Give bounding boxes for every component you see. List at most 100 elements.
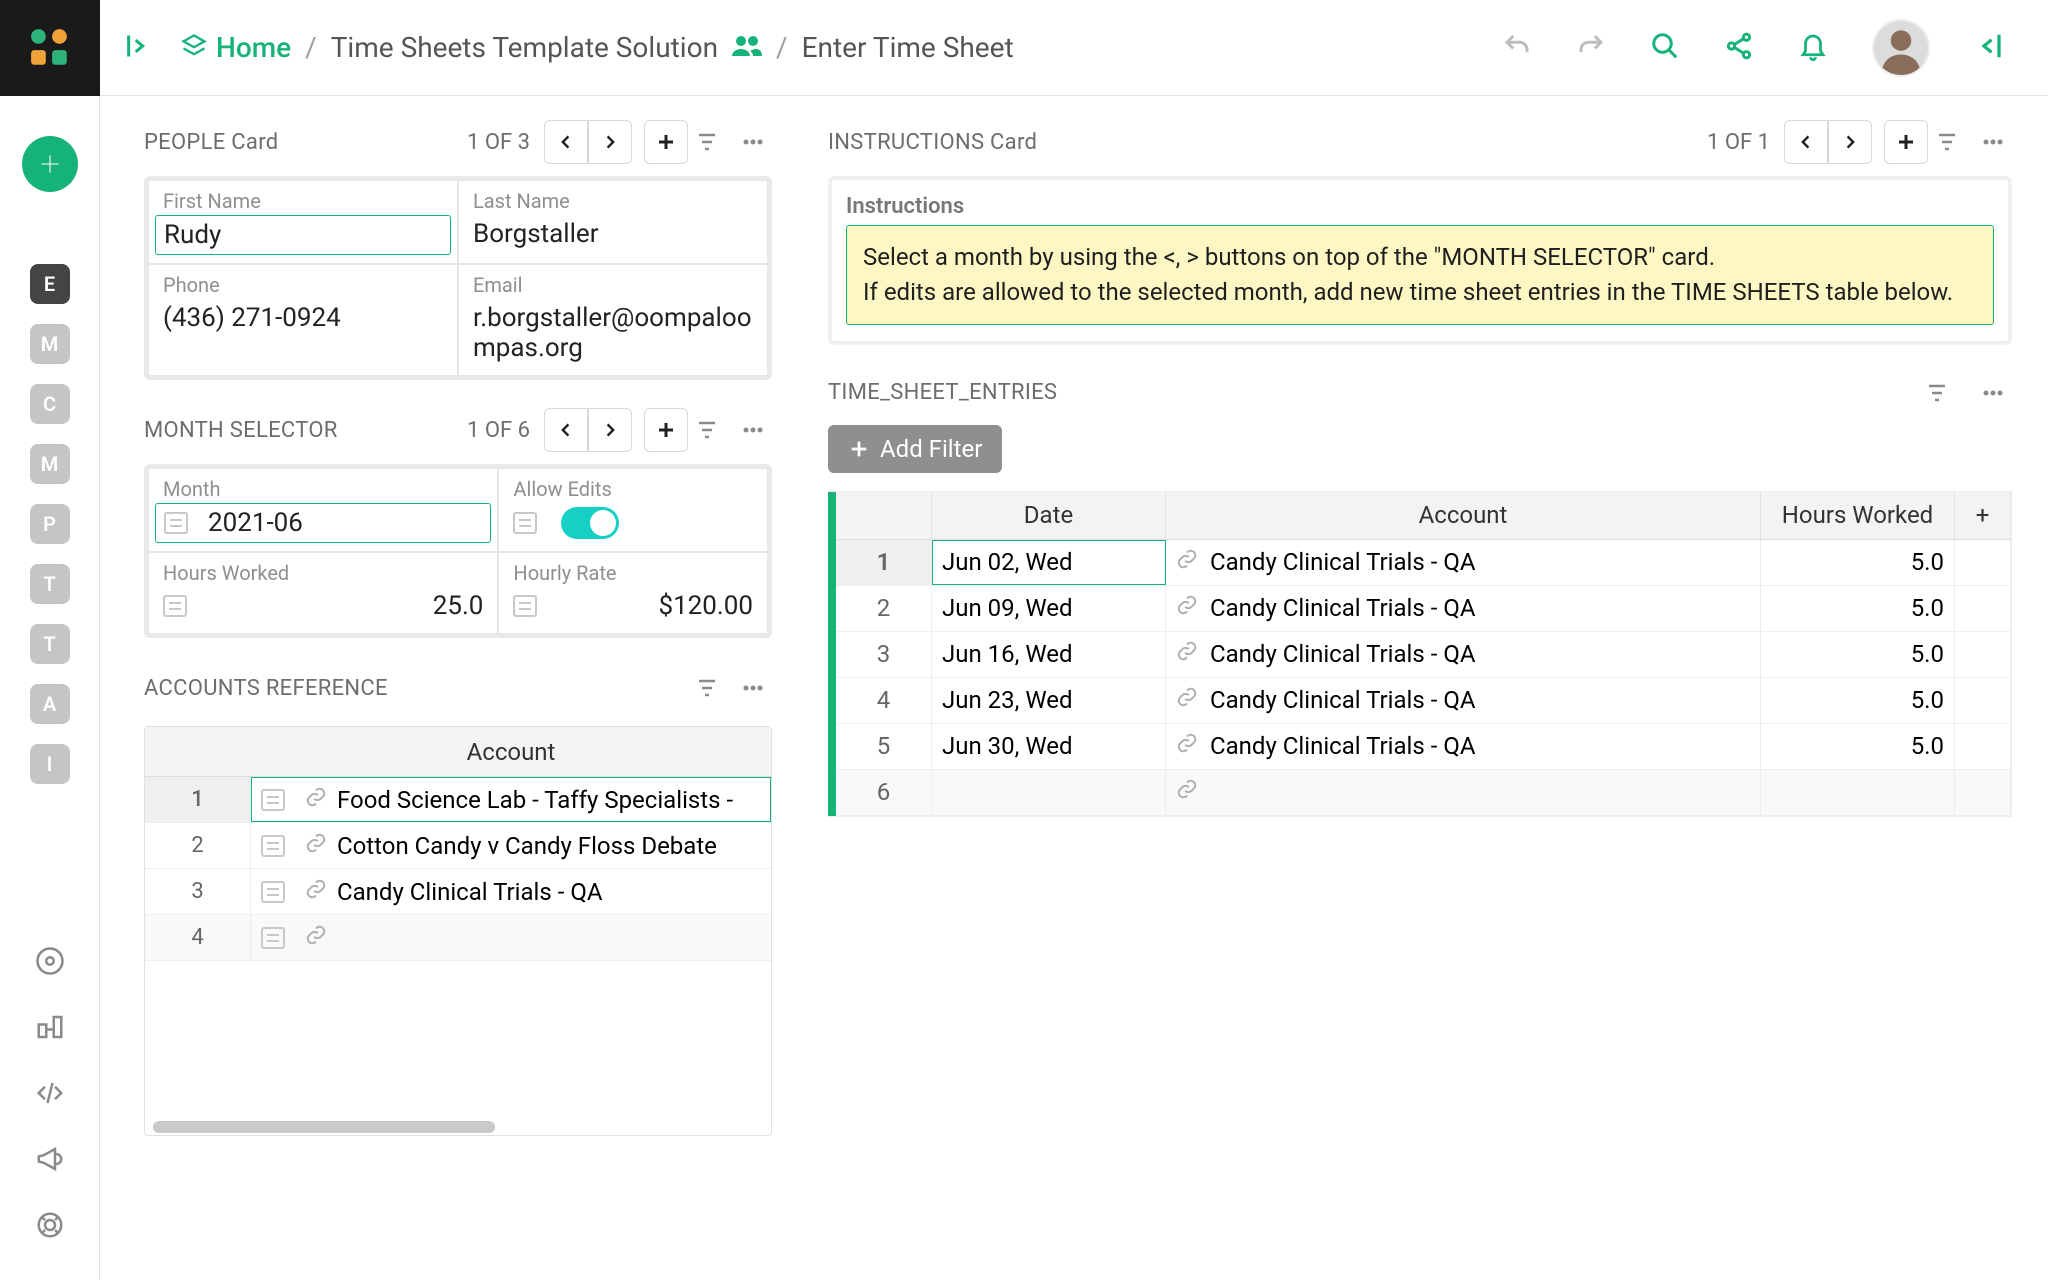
pages-icon[interactable]: [180, 32, 208, 64]
link-icon: [305, 878, 327, 906]
instructions-filter-icon[interactable]: [1928, 120, 1966, 164]
rail-page-c-2[interactable]: C: [30, 384, 70, 424]
last-name-field[interactable]: Last Name Borgstaller: [458, 180, 768, 264]
breadcrumb: Home / Time Sheets Template Solution / E…: [208, 31, 1014, 64]
add-new-button[interactable]: [22, 136, 78, 192]
tse-row-new[interactable]: 6: [836, 770, 2011, 816]
breadcrumb-solution[interactable]: Time Sheets Template Solution: [331, 31, 718, 64]
email-field[interactable]: Email r.borgstaller@oompaloompas.org: [458, 264, 768, 376]
raw-data-icon[interactable]: [35, 946, 65, 980]
search-icon[interactable]: [1650, 31, 1680, 65]
tse-row[interactable]: 1Jun 02, WedCandy Clinical Trials - QA5.…: [836, 540, 2011, 586]
row-reference-icon: [513, 595, 537, 617]
month-filter-icon[interactable]: [688, 408, 726, 452]
accounts-reference-table: Account 1Food Science Lab - Taffy Specia…: [144, 726, 772, 1136]
month-selector-counter: 1 OF 6: [467, 418, 530, 443]
avatar[interactable]: [1872, 19, 1930, 77]
hours-worked-field[interactable]: Hours Worked 25.0: [148, 552, 498, 634]
people-add-button[interactable]: [644, 120, 688, 164]
tse-row[interactable]: 3Jun 16, WedCandy Clinical Trials - QA5.…: [836, 632, 2011, 678]
people-prev-button[interactable]: [544, 120, 588, 164]
people-card-title: PEOPLE Card: [144, 130, 278, 155]
redo-icon[interactable]: [1576, 31, 1606, 65]
add-filter-button[interactable]: Add Filter: [828, 425, 1002, 473]
undo-icon[interactable]: [1502, 31, 1532, 65]
breadcrumb-page[interactable]: Enter Time Sheet: [802, 31, 1014, 64]
access-rules-icon[interactable]: [35, 1012, 65, 1046]
allow-edits-toggle[interactable]: [561, 507, 619, 539]
instructions-label: Instructions: [846, 194, 1994, 219]
phone-field[interactable]: Phone (436) 271-0924: [148, 264, 458, 376]
accounts-column-header[interactable]: Account: [251, 738, 771, 766]
link-icon: [1176, 594, 1198, 622]
bell-icon[interactable]: [1798, 31, 1828, 65]
rail-page-m-3[interactable]: M: [30, 444, 70, 484]
megaphone-icon[interactable]: [35, 1144, 65, 1178]
table-active-indicator: [828, 492, 836, 816]
rail-page-t-5[interactable]: T: [30, 564, 70, 604]
tse-row[interactable]: 5Jun 30, WedCandy Clinical Trials - QA5.…: [836, 724, 2011, 770]
first-name-field[interactable]: First Name Rudy: [148, 180, 458, 264]
month-field[interactable]: Month 2021-06: [148, 468, 498, 552]
rail-page-e-0[interactable]: E: [30, 264, 70, 304]
month-next-button[interactable]: [588, 408, 632, 452]
tse-filter-icon[interactable]: [1918, 371, 1956, 415]
instructions-text[interactable]: Select a month by using the <, > buttons…: [846, 225, 1994, 325]
share-icon[interactable]: [1724, 31, 1754, 65]
hourly-rate-field[interactable]: Hourly Rate $120.00: [498, 552, 768, 634]
account-row[interactable]: 3Candy Clinical Trials - QA: [145, 869, 771, 915]
row-reference-icon: [164, 512, 188, 534]
accounts-reference-header: ACCOUNTS REFERENCE: [144, 664, 772, 712]
people-filter-icon[interactable]: [688, 120, 726, 164]
instructions-prev-button[interactable]: [1784, 120, 1828, 164]
account-row[interactable]: 2Cotton Candy v Candy Floss Debate: [145, 823, 771, 869]
rail-page-a-7[interactable]: A: [30, 684, 70, 724]
rail-page-i-8[interactable]: I: [30, 744, 70, 784]
month-prev-button[interactable]: [544, 408, 588, 452]
time-sheet-entries-header: TIME_SHEET_ENTRIES: [828, 369, 2012, 417]
month-add-button[interactable]: [644, 408, 688, 452]
code-view-icon[interactable]: [35, 1078, 65, 1112]
tse-menu-icon[interactable]: [1974, 371, 2012, 415]
accounts-reference-title: ACCOUNTS REFERENCE: [144, 676, 388, 701]
grist-logo-icon: [29, 27, 71, 69]
instructions-menu-icon[interactable]: [1974, 120, 2012, 164]
people-card-counter: 1 OF 3: [467, 130, 530, 155]
link-icon: [305, 924, 327, 952]
row-reference-icon: [513, 512, 537, 534]
help-icon[interactable]: [35, 1210, 65, 1244]
row-reference-icon: [261, 881, 285, 903]
time-sheet-entries-title: TIME_SHEET_ENTRIES: [828, 380, 1057, 405]
col-account[interactable]: Account: [1166, 492, 1761, 539]
instructions-next-button[interactable]: [1828, 120, 1872, 164]
link-icon: [1176, 640, 1198, 668]
instructions-card-counter: 1 OF 1: [1707, 130, 1770, 155]
horizontal-scrollbar[interactable]: [153, 1119, 763, 1135]
tse-row[interactable]: 4Jun 23, WedCandy Clinical Trials - QA5.…: [836, 678, 2011, 724]
allow-edits-field[interactable]: Allow Edits: [498, 468, 768, 552]
users-icon[interactable]: [732, 31, 762, 64]
left-rail: EMCMPTTAI: [0, 96, 100, 1280]
col-hours[interactable]: Hours Worked: [1761, 492, 1955, 539]
panel-toggle-left-icon[interactable]: [124, 32, 152, 64]
col-date[interactable]: Date: [932, 492, 1166, 539]
rail-page-t-6[interactable]: T: [30, 624, 70, 664]
account-row[interactable]: 1Food Science Lab - Taffy Specialists -: [145, 777, 771, 823]
people-menu-icon[interactable]: [734, 120, 772, 164]
month-selector-title: MONTH SELECTOR: [144, 418, 338, 443]
instructions-add-button[interactable]: [1884, 120, 1928, 164]
accounts-menu-icon[interactable]: [734, 666, 772, 710]
account-row-new[interactable]: 4: [145, 915, 771, 961]
month-menu-icon[interactable]: [734, 408, 772, 452]
accounts-filter-icon[interactable]: [688, 666, 726, 710]
app-logo[interactable]: [0, 0, 100, 96]
panel-toggle-right-icon[interactable]: [1974, 31, 2004, 65]
people-next-button[interactable]: [588, 120, 632, 164]
tse-row[interactable]: 2Jun 09, WedCandy Clinical Trials - QA5.…: [836, 586, 2011, 632]
rail-page-p-4[interactable]: P: [30, 504, 70, 544]
link-icon: [1176, 778, 1198, 806]
top-bar: Home / Time Sheets Template Solution / E…: [0, 0, 2048, 96]
breadcrumb-home[interactable]: Home: [216, 31, 291, 64]
add-column-button[interactable]: +: [1955, 492, 2011, 539]
rail-page-m-1[interactable]: M: [30, 324, 70, 364]
